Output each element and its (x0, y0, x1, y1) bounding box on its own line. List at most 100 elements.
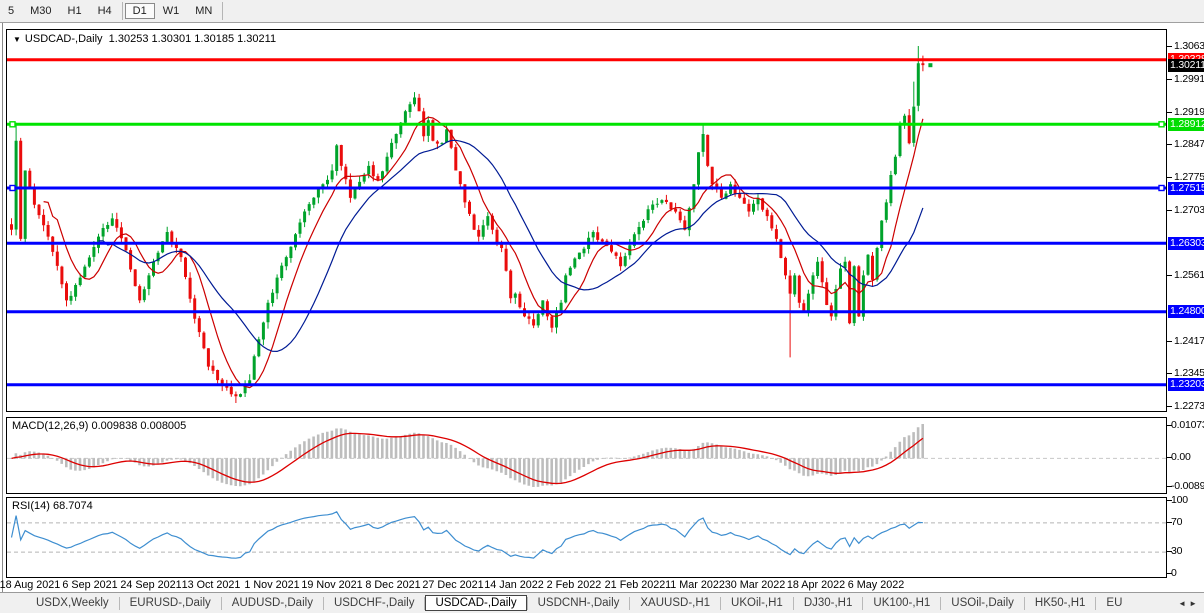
line-handle[interactable] (10, 186, 15, 191)
timeframe-button-w1[interactable]: W1 (155, 3, 188, 19)
rsi-chart[interactable] (7, 498, 1166, 577)
date-axis-label: 8 Dec 2021 (365, 579, 420, 591)
rsi-label: RSI(14) 68.7074 (12, 500, 93, 512)
chart-tab-eu[interactable]: EU (1096, 595, 1132, 611)
axis-tick (1167, 79, 1172, 80)
rsi-line (12, 512, 923, 558)
up-candle-wicks (16, 46, 918, 397)
axis-tick (1167, 144, 1172, 145)
axis-highlight-label: 1.28912 (1168, 118, 1204, 131)
chart-tab-bar: USDX,WeeklyEURUSD-,DailyAUDUSD-,DailyUSD… (0, 592, 1204, 613)
rsi-scale-label: 100 (1171, 494, 1188, 506)
axis-highlight-label: 1.27515 (1168, 182, 1204, 195)
toolbar-separator (222, 2, 223, 20)
axis-tick (1167, 573, 1172, 574)
axis-price-label: 1.29910 (1174, 73, 1204, 85)
chart-tab-usdchf-daily[interactable]: USDCHF-,Daily (324, 595, 425, 611)
last-price-marker-icon (928, 63, 932, 67)
date-axis-label: 27 Dec 2021 (422, 579, 483, 591)
axis-highlight-label: 1.26303 (1168, 237, 1204, 250)
timeframe-button-h4[interactable]: H4 (90, 3, 120, 19)
macd-indicator-pane[interactable]: MACD(12,26,9) 0.009838 0.008005 (6, 417, 1167, 494)
axis-highlight-label: 1.30211 (1168, 59, 1204, 72)
mt4-window: { "toolbar": { "items": [ {"type":"btn",… (0, 0, 1204, 613)
tab-scroll-controls: ◄► (1178, 599, 1204, 608)
axis-tick (1167, 522, 1172, 523)
candlestick-chart[interactable] (7, 30, 1166, 411)
chart-tab-audusd-daily[interactable]: AUDUSD-,Daily (222, 595, 323, 611)
date-axis-label: 6 Sep 2021 (62, 579, 117, 591)
axis-tick (1167, 373, 1172, 374)
date-axis[interactable]: 18 Aug 20216 Sep 202124 Sep 202113 Oct 2… (6, 578, 1167, 592)
timeframe-button-h1[interactable]: H1 (60, 3, 90, 19)
macd-histogram (10, 424, 924, 487)
date-axis-label: 11 Mar 2022 (665, 579, 725, 591)
timeframe-button-5[interactable]: 5 (0, 3, 22, 19)
chart-tab-ukoil-h1[interactable]: UKOil-,H1 (721, 595, 793, 611)
timeframe-toolbar: 5M30H1H4 D1W1MN (0, 0, 1204, 23)
axis-tick (1167, 341, 1172, 342)
axis-tick (1167, 457, 1172, 458)
axis-price-label: 1.27030 (1174, 204, 1204, 216)
axis-tick (1167, 551, 1172, 552)
chart-tab-hk50-h1[interactable]: HK50-,H1 (1025, 595, 1096, 611)
chart-tab-usdcad-daily[interactable]: USDCAD-,Daily (425, 595, 526, 611)
macd-scale-label: 0.010733 (1171, 419, 1204, 431)
axis-price-label: 1.28470 (1174, 138, 1204, 150)
line-handle[interactable] (1159, 186, 1164, 191)
date-axis-label: 14 Jan 2022 (484, 579, 543, 591)
moving-average-line-8[interactable] (44, 117, 923, 387)
axis-tick (1167, 177, 1172, 178)
line-handle[interactable] (1159, 122, 1164, 127)
axis-tick (1167, 406, 1172, 407)
axis-price-label: 1.30630 (1174, 40, 1204, 52)
timeframe-button-mn[interactable]: MN (187, 3, 220, 19)
tab-scroll-right-icon[interactable]: ► (1189, 599, 1200, 608)
chart-ohlc-values: 1.30253 1.30301 1.30185 1.30211 (109, 33, 276, 45)
timeframe-button-d1[interactable]: D1 (125, 3, 155, 19)
window-edge (2, 23, 3, 613)
axis-tick (1167, 425, 1172, 426)
axis-price-label: 1.25610 (1174, 269, 1204, 281)
axis-tick (1167, 500, 1172, 501)
chart-dropdown-icon[interactable]: ▼ (13, 35, 21, 44)
chart-tab-eurusd-daily[interactable]: EURUSD-,Daily (120, 595, 221, 611)
chart-tab-xauusd-h1[interactable]: XAUUSD-,H1 (630, 595, 720, 611)
axis-tick (1167, 46, 1172, 47)
axis-tick (1167, 486, 1172, 487)
rsi-scale-label: 70 (1171, 516, 1182, 528)
date-axis-label: 18 Aug 2021 (0, 579, 60, 591)
chart-tab-usdcnh-daily[interactable]: USDCNH-,Daily (528, 595, 630, 611)
macd-scale-label: 0.00 (1171, 451, 1191, 463)
rsi-scale-label: 30 (1171, 545, 1182, 557)
axis-price-label: 1.22730 (1174, 400, 1204, 412)
date-axis-label: 30 Mar 2022 (725, 579, 786, 591)
date-axis-label: 18 Apr 2022 (787, 579, 845, 591)
axis-tick (1167, 112, 1172, 113)
timeframe-button-m30[interactable]: M30 (22, 3, 59, 19)
price-axis[interactable]: 1.306301.299101.291901.284701.277501.270… (1167, 29, 1204, 494)
chart-symbol-label: USDCAD-,Daily (25, 33, 103, 45)
rsi-indicator-pane[interactable]: RSI(14) 68.7074 (6, 497, 1167, 578)
line-handle[interactable] (10, 122, 15, 127)
date-axis-label: 24 Sep 2021 (120, 579, 181, 591)
tab-scroll-left-icon[interactable]: ◄ (1178, 599, 1189, 608)
chart-tab-usdx-weekly[interactable]: USDX,Weekly (26, 595, 119, 611)
axis-highlight-label: 1.23203 (1168, 378, 1204, 391)
date-axis-label: 21 Feb 2022 (605, 579, 666, 591)
date-axis-label: 13 Oct 2021 (182, 579, 241, 591)
chart-tab-uk100-h1[interactable]: UK100-,H1 (863, 595, 940, 611)
axis-price-label: 1.24170 (1174, 335, 1204, 347)
price-chart-pane[interactable]: ▼ USDCAD-,Daily 1.30253 1.30301 1.30185 1… (6, 29, 1167, 412)
axis-tick (1167, 210, 1172, 211)
chart-title: ▼ USDCAD-,Daily 1.30253 1.30301 1.30185 1… (13, 33, 276, 45)
axis-highlight-label: 1.24800 (1168, 305, 1204, 318)
date-axis-label: 19 Nov 2021 (301, 579, 362, 591)
axis-price-label: 1.29190 (1174, 106, 1204, 118)
macd-scale-label: -0.00896 (1171, 480, 1204, 492)
chart-tab-usoil-daily[interactable]: USOil-,Daily (941, 595, 1024, 611)
chart-tab-dj30-h1[interactable]: DJ30-,H1 (794, 595, 863, 611)
toolbar-separator (122, 2, 123, 20)
date-axis-label: 2 Feb 2022 (547, 579, 602, 591)
date-axis-label: 6 May 2022 (848, 579, 904, 591)
